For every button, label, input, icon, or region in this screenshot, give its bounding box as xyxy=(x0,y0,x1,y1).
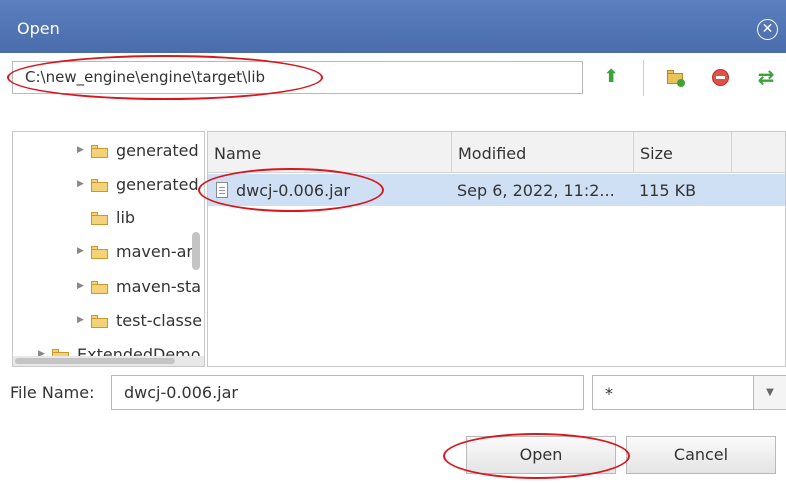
dialog-title-bar: Open ✕ xyxy=(0,0,786,53)
file-modified-cell: Sep 6, 2022, 11:2... xyxy=(457,181,615,200)
open-button[interactable]: Open xyxy=(466,436,616,474)
expand-arrow-icon[interactable]: ▶ xyxy=(77,246,84,256)
expand-arrow-icon[interactable]: ▶ xyxy=(77,315,84,325)
delete-icon[interactable] xyxy=(710,66,732,88)
column-header-name[interactable]: Name xyxy=(208,132,452,173)
expand-arrow-icon[interactable]: ▶ xyxy=(77,281,84,291)
expand-arrow-icon[interactable]: ▶ xyxy=(77,145,84,155)
folder-icon xyxy=(91,315,108,328)
column-header-modified[interactable]: Modified xyxy=(452,132,634,173)
tree-vertical-scrollbar[interactable] xyxy=(192,232,200,270)
tree-horizontal-scrollbar[interactable] xyxy=(13,356,204,366)
file-size-cell: 115 KB xyxy=(639,181,697,200)
file-icon xyxy=(216,182,228,198)
folder-tree[interactable]: ▶ generated ▶ generated lib ▶ maven-ar ▶… xyxy=(12,131,205,367)
refresh-icon[interactable]: ⇄ xyxy=(755,66,777,88)
path-input[interactable]: C:\new_engine\engine\target\lib xyxy=(12,61,583,94)
file-name-input[interactable]: dwcj-0.006.jar xyxy=(111,375,584,410)
file-name-cell: dwcj-0.006.jar xyxy=(236,181,350,200)
cancel-button[interactable]: Cancel xyxy=(626,436,776,474)
chevron-down-icon[interactable]: ▼ xyxy=(753,376,786,409)
file-list-header: Name Modified Size xyxy=(208,132,785,173)
new-folder-icon[interactable] xyxy=(665,66,687,88)
file-filter-value: * xyxy=(605,384,613,403)
folder-icon xyxy=(91,179,108,192)
folder-icon xyxy=(91,281,108,294)
dialog-title: Open xyxy=(17,19,60,38)
folder-icon xyxy=(91,246,108,259)
expand-arrow-icon[interactable]: ▶ xyxy=(77,179,84,189)
file-name-label: File Name: xyxy=(10,383,95,402)
close-icon[interactable]: ✕ xyxy=(757,19,778,40)
file-list[interactable]: Name Modified Size dwcj-0.006.jar Sep 6,… xyxy=(207,131,786,367)
file-filter-select[interactable]: * ▼ xyxy=(592,375,786,410)
column-header-size[interactable]: Size xyxy=(634,132,732,173)
folder-icon xyxy=(91,145,108,158)
file-row[interactable]: dwcj-0.006.jar Sep 6, 2022, 11:2... 115 … xyxy=(208,174,785,206)
folder-icon xyxy=(91,212,108,225)
up-arrow-icon[interactable]: ⬆ xyxy=(600,66,622,88)
toolbar-divider xyxy=(643,60,644,96)
